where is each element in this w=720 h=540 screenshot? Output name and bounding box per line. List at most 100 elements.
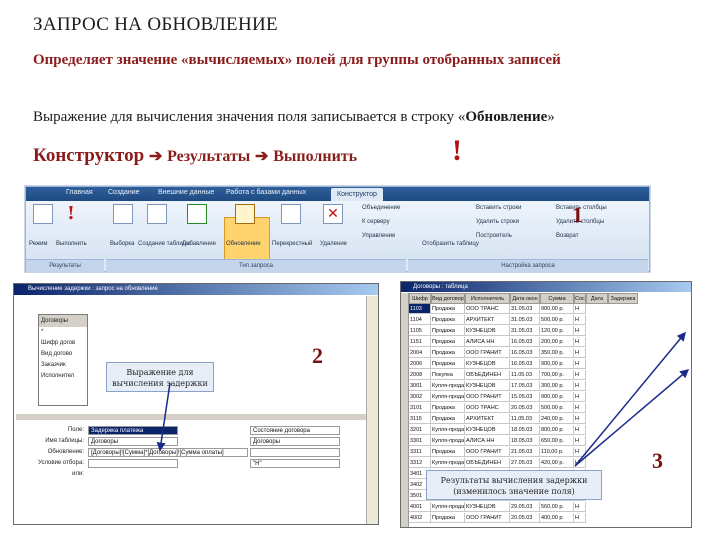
table-cell[interactable]: 110,00 р. [540,447,574,457]
tab-home[interactable]: Главная [66,189,93,196]
table-cell[interactable]: 3201 [409,425,431,435]
criteria-cell-2[interactable]: "Н" [250,459,340,468]
table-cell[interactable]: 16.05.03 [510,348,540,358]
table-cell[interactable]: 2006 [409,359,431,369]
table-cell[interactable]: 300,00 р. [540,381,574,391]
data-definition-item[interactable]: Управление [362,233,395,239]
table-cell[interactable]: Продажа [431,315,465,325]
table-cell[interactable]: Н [574,359,586,369]
table-cell[interactable]: 20.05.03 [510,513,540,523]
run-button[interactable]: ! [60,204,82,240]
builder-item[interactable]: Построитель [476,233,512,239]
table-cell[interactable]: 240,00 р. [540,414,574,424]
criteria-cell-1[interactable] [88,459,178,468]
delete-button[interactable]: ✕ [322,204,344,240]
table-cell[interactable]: Продажа [431,403,465,413]
table-cell[interactable]: КУЗНЕЦОВ [465,425,510,435]
table-cell[interactable]: 3301 [409,436,431,446]
column-header[interactable]: Дата окон [510,293,540,304]
return-item[interactable]: Возврат [556,233,579,239]
table-cell[interactable]: ОБЪЕДИНЕН [465,458,510,468]
table-cell[interactable]: Н [574,304,586,314]
table-cell[interactable]: 2008 [409,370,431,380]
record-selector-column[interactable] [401,293,409,527]
table-cell[interactable]: Н [574,414,586,424]
table-cell-1[interactable]: Договоры [88,437,178,446]
table-cell[interactable]: 700,00 р. [540,370,574,380]
table-cell[interactable]: АРХИТЕКТ [465,414,510,424]
pane-splitter[interactable] [16,414,366,420]
table-cell[interactable]: Продажа [431,326,465,336]
table-cell[interactable]: Н [574,513,586,523]
field-item[interactable]: * [39,327,87,338]
table-cell[interactable]: АЛИСА НН [465,436,510,446]
column-header[interactable]: Задержка [608,293,638,304]
table-cell[interactable]: 16.05.03 [510,359,540,369]
table-cell[interactable]: 650,00 р. [540,436,574,446]
table-cell[interactable]: Н [574,436,586,446]
table-cell[interactable]: КУЗНЕЦОВ [465,502,510,512]
insert-rows-item[interactable]: Вставить строки [476,205,522,211]
table-cell[interactable]: 3001 [409,381,431,391]
table-cell[interactable]: 3101 [409,403,431,413]
table-cell[interactable]: 16.05.03 [510,337,540,347]
table-cell[interactable]: 4002 [409,513,431,523]
column-header[interactable]: Исполнитель [465,293,510,304]
field-cell-2[interactable]: Состояние договора [250,426,340,435]
make-table-button[interactable] [146,204,168,240]
table-cell[interactable]: Продажа [431,414,465,424]
table-cell[interactable]: 420,00 р. [540,458,574,468]
table-cell[interactable]: Купля-продажа [431,458,465,468]
table-cell[interactable]: Н [574,370,586,380]
table-cell[interactable]: 29.05.03 [510,502,540,512]
field-item[interactable]: Заказчик [39,360,87,371]
table-cell[interactable]: 1105 [409,326,431,336]
table-cell[interactable]: ООО ГРАНИТ [465,513,510,523]
table-cell[interactable]: Купля-продажа [431,436,465,446]
table-cell[interactable]: ООО ГРАНИТ [465,348,510,358]
column-header[interactable]: Дата [586,293,608,304]
table-cell[interactable]: Продажа [431,359,465,369]
table-cell[interactable]: Продажа [431,337,465,347]
table-cell[interactable]: Н [574,337,586,347]
table-cell[interactable]: 15.05.03 [510,392,540,402]
table-cell[interactable]: 3312 [409,458,431,468]
column-header[interactable]: Сумма [540,293,574,304]
table-cell[interactable]: Купля-продажа [431,381,465,391]
table-cell[interactable]: 120,00 р. [540,326,574,336]
table-cell[interactable]: 1103 [409,304,431,314]
table-cell-2[interactable]: Договоры [250,437,340,446]
union-item[interactable]: Объединение [362,205,400,211]
table-cell[interactable]: 4001 [409,502,431,512]
table-cell[interactable]: Продажа [431,447,465,457]
table-cell[interactable]: ООО ГРАНИТ [465,392,510,402]
table-cell[interactable]: 1151 [409,337,431,347]
table-cell[interactable]: 1104 [409,315,431,325]
table-cell[interactable]: 3311 [409,447,431,457]
table-cell[interactable]: 200,00 р. [540,337,574,347]
field-item[interactable]: Исполнител [39,371,87,382]
table-cell[interactable]: 18.05.03 [510,436,540,446]
table-cell[interactable]: 3002 [409,392,431,402]
table-cell[interactable]: 800,00 р. [540,425,574,435]
table-cell[interactable]: 350,00 р. [540,348,574,358]
field-item[interactable]: Вид догово [39,349,87,360]
table-cell[interactable]: АЛИСА НН [465,337,510,347]
column-header[interactable]: Шифр [409,293,431,304]
table-cell[interactable]: АРХИТЕКТ [465,315,510,325]
table-cell[interactable]: 400,00 р. [540,513,574,523]
table-cell[interactable]: 3115 [409,414,431,424]
table-cell[interactable]: 27.05.03 [510,458,540,468]
field-cell-1[interactable]: Задержка платежа [88,426,178,435]
tab-constructor[interactable]: Конструктор [331,188,383,201]
table-cell[interactable]: Н [574,425,586,435]
table-cell[interactable]: 31.05.03 [510,315,540,325]
table-cell[interactable]: Покупка [431,370,465,380]
table-cell[interactable]: 18.05.03 [510,425,540,435]
table-cell[interactable]: КУЗНЕЦОВ [465,326,510,336]
table-cell[interactable]: 500,00 р. [540,315,574,325]
table-cell[interactable]: Н [574,502,586,512]
table-cell[interactable]: ООО ТРАНС [465,304,510,314]
table-cell[interactable]: 500,00 р. [540,403,574,413]
table-cell[interactable]: 900,00 р. [540,359,574,369]
